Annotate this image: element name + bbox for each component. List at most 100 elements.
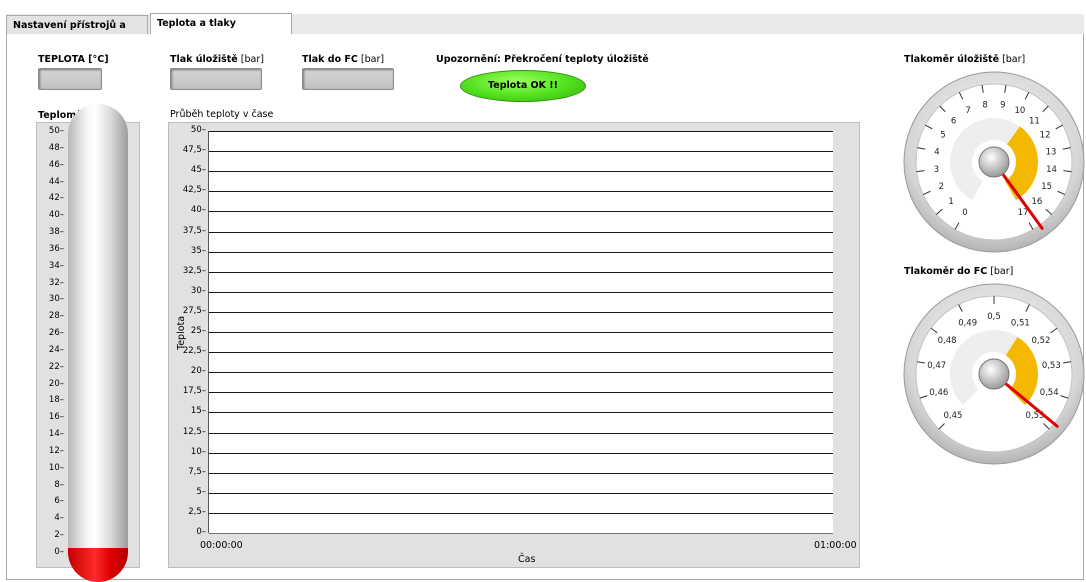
gauge-number: 0,49 bbox=[958, 318, 977, 328]
chart-ytick: 20– bbox=[190, 366, 206, 377]
thermometer-tick: 4– bbox=[54, 513, 64, 524]
gauge-number: 4 bbox=[934, 147, 939, 157]
chart-ytick: 50– bbox=[190, 125, 206, 135]
gauge-number: 0,5 bbox=[987, 312, 1001, 322]
gauge-number: 9 bbox=[1000, 101, 1005, 111]
chart-ytick: 27,5– bbox=[182, 305, 206, 316]
chart-xlabel: Čas bbox=[518, 554, 536, 565]
thermometer-tick: 20– bbox=[48, 378, 64, 389]
thermometer-tick: 44– bbox=[48, 176, 64, 187]
chart-gridline bbox=[209, 492, 833, 494]
tlak-ulozistee-label: Tlak úložiště [bar] bbox=[170, 54, 264, 65]
chart-ytick: 47,5– bbox=[182, 145, 206, 156]
thermometer-tick: 48– bbox=[48, 142, 64, 153]
tab-teplota-a-tlaky[interactable]: Teplota a tlaky bbox=[150, 13, 292, 35]
gauge-number: 5 bbox=[940, 131, 945, 141]
gauge-number: 13 bbox=[1046, 147, 1057, 157]
chart-gridline bbox=[209, 251, 833, 253]
gauge-number: 0,54 bbox=[1040, 388, 1059, 398]
thermometer-tick: 28– bbox=[48, 311, 64, 322]
chart-xtick-start: 00:00:00 bbox=[200, 540, 243, 551]
gauge-number: 0,51 bbox=[1011, 318, 1030, 328]
tab-bar: Nastavení přístrojů a měření Teplota a t… bbox=[0, 0, 1086, 50]
chart-gridline bbox=[209, 512, 833, 514]
chart-gridline bbox=[209, 131, 833, 132]
warning-label: Upozornění: Překročení teploty úložiště bbox=[436, 54, 649, 65]
gauge-number: 1 bbox=[948, 197, 953, 207]
gauge-number: 0,46 bbox=[929, 388, 948, 398]
gauge-number: 17 bbox=[1018, 208, 1029, 218]
chart-gridline bbox=[209, 372, 833, 374]
chart-title: Průběh teploty v čase bbox=[170, 109, 274, 120]
chart-gridline bbox=[209, 533, 833, 534]
chart-ylabel: Teplota bbox=[176, 315, 187, 350]
chart-gridline bbox=[209, 392, 833, 394]
thermometer-tick: 38– bbox=[48, 227, 64, 238]
gauge-number: 0,53 bbox=[1042, 361, 1061, 371]
chart-plot-area bbox=[208, 131, 833, 534]
gauge-number: 16 bbox=[1031, 197, 1042, 207]
chart-gridline bbox=[209, 412, 833, 414]
gauge-number: 0,47 bbox=[927, 361, 946, 371]
gauge-top-label: Tlakoměr úložiště [bar] bbox=[904, 54, 1026, 65]
thermometer-tick: 16– bbox=[48, 412, 64, 423]
chart-gridline bbox=[209, 271, 833, 273]
gauge-number: 11 bbox=[1029, 116, 1040, 126]
chart-ytick: 2,5– bbox=[188, 506, 206, 517]
chart-gridline bbox=[209, 231, 833, 233]
gauge-bottom-label: Tlakoměr do FC [bar] bbox=[904, 266, 1014, 277]
thermometer-tick: 46– bbox=[48, 159, 64, 170]
thermometer-tick: 2– bbox=[54, 530, 64, 541]
gauge-number: 12 bbox=[1040, 131, 1051, 141]
thermometer-tube bbox=[68, 104, 128, 554]
tlak-ulozistee-indicator bbox=[170, 68, 262, 90]
tab-nastaveni[interactable]: Nastavení přístrojů a měření bbox=[6, 15, 148, 50]
chart-ytick: 17,5– bbox=[182, 386, 206, 397]
chart-ytick: 40– bbox=[190, 205, 206, 216]
gauge-number: 0 bbox=[962, 208, 967, 218]
teplota-ok-led: Teplota OK !! bbox=[460, 70, 586, 102]
thermometer-tick: 6– bbox=[54, 496, 64, 507]
gauge-number: 15 bbox=[1041, 182, 1052, 192]
thermometer-tick: 10– bbox=[48, 462, 64, 473]
teplota-indicator bbox=[38, 68, 102, 90]
thermometer-tick: 0– bbox=[54, 547, 64, 557]
chart-ytick: 37,5– bbox=[182, 225, 206, 236]
chart-gridline bbox=[209, 151, 833, 153]
chart-gridline bbox=[209, 291, 833, 293]
gauge-top: 012345678 91011121314151617 bbox=[903, 71, 1085, 253]
gauge-number: 2 bbox=[939, 182, 944, 192]
chart-gridline bbox=[209, 332, 833, 333]
gauge-hub bbox=[978, 358, 1010, 390]
thermometer-tick: 14– bbox=[48, 429, 64, 440]
chart-ytick: 5– bbox=[196, 486, 206, 497]
chart-ytick: 35– bbox=[190, 245, 206, 256]
chart-ytick: 32,5– bbox=[182, 265, 206, 276]
chart-gridline bbox=[209, 452, 833, 454]
thermometer-tick: 50– bbox=[48, 126, 64, 136]
chart-ytick: 0– bbox=[196, 527, 206, 537]
gauge-number: 7 bbox=[965, 106, 970, 116]
chart-ytick: 10– bbox=[190, 446, 206, 457]
gauge-bottom: 0,450,460,470,480,490,50,510,520,530,540… bbox=[903, 283, 1085, 465]
thermometer-tick: 34– bbox=[48, 260, 64, 271]
thermometer-tick: 36– bbox=[48, 243, 64, 254]
teplota-label: TEPLOTA [°C] bbox=[38, 54, 109, 65]
thermometer-tick: 26– bbox=[48, 328, 64, 339]
chart-ytick: 42,5– bbox=[182, 185, 206, 196]
tlak-fc-label: Tlak do FC [bar] bbox=[302, 54, 385, 65]
gauge-number: 14 bbox=[1046, 165, 1057, 175]
gauge-number: 0,52 bbox=[1031, 336, 1050, 346]
chart-gridline bbox=[209, 432, 833, 434]
gauge-number: 6 bbox=[951, 116, 956, 126]
thermometer-tick: 18– bbox=[48, 395, 64, 406]
chart-ytick: 30– bbox=[190, 285, 206, 296]
chart-gridline bbox=[209, 472, 833, 474]
thermometer-tick: 8– bbox=[54, 479, 64, 490]
chart-gridline bbox=[209, 311, 833, 313]
thermometer-tick: 12– bbox=[48, 445, 64, 456]
chart-gridline bbox=[209, 211, 833, 213]
chart-gridline bbox=[209, 191, 833, 193]
gauge-number: 10 bbox=[1014, 106, 1025, 116]
thermometer-tick: 42– bbox=[48, 193, 64, 204]
